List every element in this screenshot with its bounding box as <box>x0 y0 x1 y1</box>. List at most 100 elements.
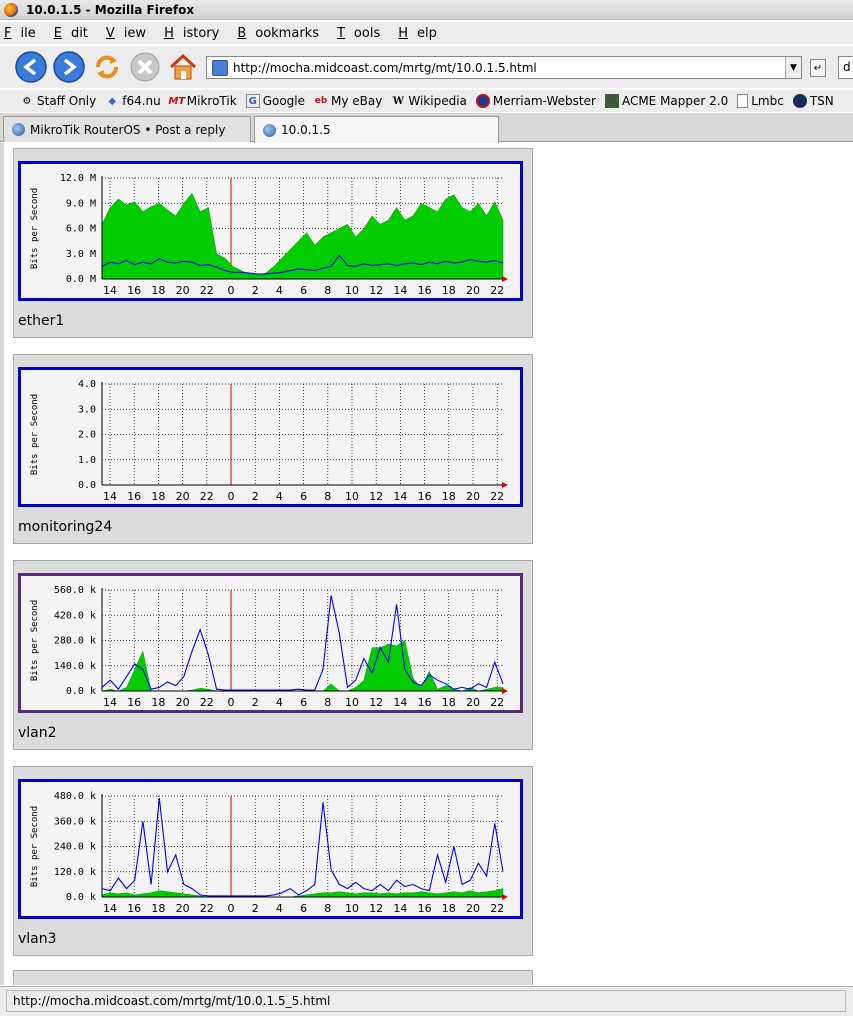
y-tick-label: 420.0 k <box>54 610 96 621</box>
x-tick-label: 18 <box>151 902 165 915</box>
x-tick-label: 0 <box>228 902 235 915</box>
x-tick-label: 22 <box>200 902 214 915</box>
y-tick-label: 560.0 k <box>54 585 96 596</box>
x-tick-label: 4 <box>276 696 283 709</box>
x-tick-label: 14 <box>103 696 117 709</box>
page-favicon <box>212 59 228 76</box>
bookmark-tsn[interactable]: TSN <box>792 94 834 108</box>
x-tick-label: 12 <box>369 490 383 503</box>
page-icon <box>737 94 749 108</box>
go-button[interactable]: ↵ <box>810 59 826 77</box>
menu-bookmarks[interactable]: Bookmarks <box>237 26 328 41</box>
x-tick-label: 14 <box>393 490 407 503</box>
interface-label: monitoring24 <box>18 519 113 535</box>
x-tick-label: 16 <box>127 284 141 297</box>
x-tick-label: 20 <box>466 902 480 915</box>
x-tick-label: 0 <box>228 696 235 709</box>
series-line <box>101 798 504 897</box>
address-bar[interactable]: ▼ <box>206 56 802 79</box>
bookmark-wikipedia[interactable]: W Wikipedia <box>391 94 467 108</box>
x-tick-label: 12 <box>369 284 383 297</box>
x-tick-label: 6 <box>300 284 307 297</box>
x-axis-arrow-icon <box>502 482 508 488</box>
x-tick-label: 20 <box>466 284 480 297</box>
back-button[interactable] <box>14 50 48 84</box>
google-icon: G <box>245 94 260 108</box>
x-tick-label: 10 <box>345 902 359 915</box>
menu-edit[interactable]: Edit <box>54 26 97 41</box>
page-content: Bits per Second 12.0 M 9.0 M 6.0 M 3.0 M 0.0 … <box>0 143 853 985</box>
menu-help[interactable]: Help <box>398 26 446 41</box>
forward-arrow-icon <box>53 51 85 83</box>
bookmark-ebay[interactable]: eb My eBay <box>314 94 383 108</box>
x-tick-label: 10 <box>345 696 359 709</box>
series-line <box>101 595 504 691</box>
x-tick-label: 10 <box>345 284 359 297</box>
y-tick-label: 0.0 M <box>66 274 96 285</box>
x-tick-label: 16 <box>418 284 432 297</box>
mw-icon <box>475 94 490 108</box>
y-tick-label: 0.0 k <box>66 686 96 697</box>
reload-icon <box>96 55 118 79</box>
url-dropdown-icon[interactable]: ▼ <box>785 57 801 78</box>
x-tick-label: 16 <box>127 490 141 503</box>
y-tick-label: 140.0 k <box>54 661 96 672</box>
traffic-chart-monitoring24: Bits per Second4.03.02.01.00.014 16 18 20 22… <box>30 379 508 503</box>
url-input[interactable] <box>233 60 773 75</box>
reload-button[interactable] <box>90 50 124 84</box>
x-tick-label: 16 <box>127 696 141 709</box>
graph-panel-ether1[interactable]: Bits per Second 12.0 M 9.0 M 6.0 M 3.0 M 0.0 … <box>13 148 533 338</box>
y-tick-label: 3.0 <box>78 404 96 415</box>
x-tick-label: 14 <box>393 696 407 709</box>
forward-button[interactable] <box>52 50 86 84</box>
tab-10-0-1-5[interactable]: 10.0.1.5 <box>254 116 499 143</box>
traffic-chart-vlan2: Bits per Second560.0 k420.0 k280.0 k140.… <box>30 585 508 709</box>
bookmark-staff-only[interactable]: ⚙ Staff Only <box>20 94 97 108</box>
tab-mikrotik-post[interactable]: MikroTik RouterOS • Post a reply <box>3 116 251 142</box>
tab-bar: MikroTik RouterOS • Post a reply 10.0.1.… <box>0 113 853 143</box>
bookmark-mikrotik[interactable]: MT MikroTik <box>168 94 236 108</box>
x-tick-label: 2 <box>252 902 259 915</box>
x-tick-label: 14 <box>393 284 407 297</box>
x-tick-label: 18 <box>442 902 456 915</box>
back-arrow-icon <box>15 51 47 83</box>
bookmark-acme-mapper[interactable]: ACME Mapper 2.0 <box>604 94 728 108</box>
series-area <box>101 192 504 280</box>
stop-button[interactable] <box>128 50 162 84</box>
x-tick-label: 2 <box>252 696 259 709</box>
search-input[interactable]: d <box>838 56 853 79</box>
status-text: http://mocha.midcoast.com/mrtg/mt/10.0.1… <box>6 990 846 1012</box>
status-bar: http://mocha.midcoast.com/mrtg/mt/10.0.1… <box>0 986 853 1016</box>
graph-panel-monitoring24[interactable]: Bits per Second 4.0 3.0 2.0 1.0 0.0 14 16 18 20 22… <box>13 354 533 544</box>
menu-tools[interactable]: Tools <box>337 26 389 41</box>
go-arrow-icon: ↵ <box>813 62 823 74</box>
x-tick-label: 22 <box>200 696 214 709</box>
y-tick-label: 0.0 <box>78 480 96 491</box>
bookmark-merriam-webster[interactable]: Merriam-Webster <box>475 94 596 108</box>
menu-file[interactable]: File <box>4 26 45 41</box>
tab-favicon-icon <box>263 123 276 137</box>
y-tick-label: 4.0 <box>78 379 96 390</box>
x-tick-label: 2 <box>252 284 259 297</box>
y-tick-label: 480.0 k <box>54 791 96 802</box>
firefox-icon <box>4 2 18 17</box>
bookmark-lmbc[interactable]: Lmbc <box>737 94 784 108</box>
stop-icon <box>130 52 160 82</box>
bookmark-google[interactable]: G Google <box>245 94 305 108</box>
traffic-chart-ether1: Bits per Second 12.0 M 9.0 M 6.0 M 3.0 M 0.0 … <box>30 173 508 297</box>
menu-history[interactable]: History <box>164 26 228 41</box>
x-tick-label: 4 <box>276 490 283 503</box>
x-tick-label: 22 <box>490 284 504 297</box>
x-tick-label: 18 <box>442 696 456 709</box>
graph-panel-vlan2[interactable]: Bits per Second 560.0 k 420.0 k 280.0 k 140.… <box>13 560 533 750</box>
menu-view[interactable]: View <box>106 26 155 41</box>
home-button[interactable] <box>166 50 200 84</box>
x-tick-label: 22 <box>490 902 504 915</box>
x-tick-label: 16 <box>127 902 141 915</box>
x-tick-label: 18 <box>442 490 456 503</box>
graph-panel-vlan3[interactable]: Bits per Second 480.0 k 360.0 k 240.0 k 120.… <box>13 766 533 956</box>
x-tick-label: 4 <box>276 902 283 915</box>
x-tick-label: 12 <box>369 696 383 709</box>
tab-favicon-icon <box>12 123 25 136</box>
bookmark-f64[interactable]: ◆ f64.nu <box>105 94 160 108</box>
